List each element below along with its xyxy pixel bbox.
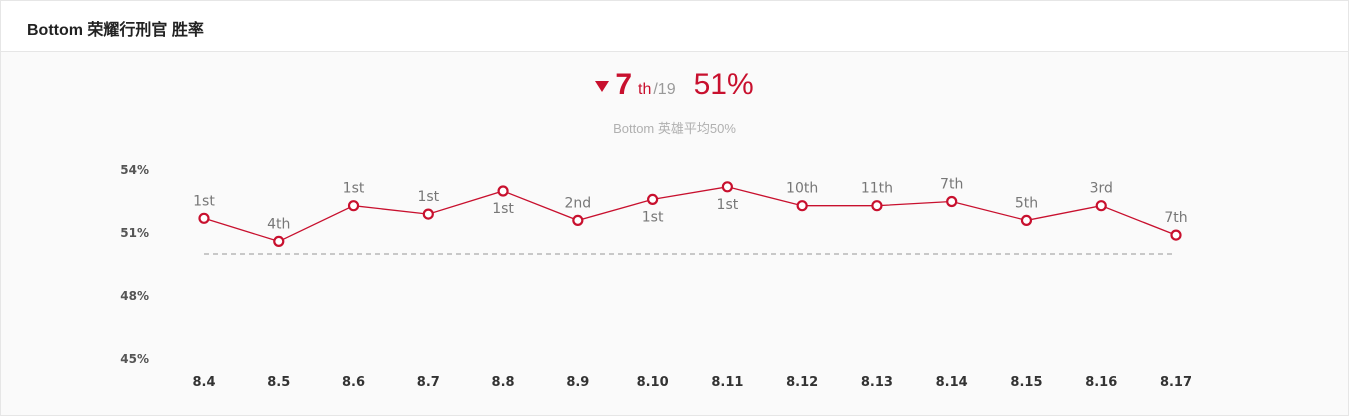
point-label: 1st	[343, 181, 365, 197]
x-tick-label: 8.12	[786, 375, 818, 390]
point-label: 7th	[1164, 210, 1187, 226]
data-point	[273, 235, 285, 247]
data-point	[1170, 229, 1182, 241]
y-tick-label: 54%	[120, 163, 149, 177]
point-label: 10th	[786, 181, 818, 197]
x-tick-label: 8.14	[936, 375, 968, 390]
data-point	[497, 185, 509, 197]
data-point	[796, 200, 808, 212]
point-label: 3rd	[1090, 181, 1113, 197]
point-label: 5th	[1015, 195, 1038, 211]
point-label: 1st	[492, 201, 514, 217]
point-label: 1st	[717, 197, 739, 213]
y-tick-label: 51%	[120, 226, 149, 240]
x-tick-label: 8.17	[1160, 375, 1192, 390]
point-label: 4th	[267, 216, 290, 232]
x-tick-label: 8.6	[342, 375, 365, 390]
point-label: 11th	[861, 181, 893, 197]
x-tick-label: 8.4	[192, 375, 215, 390]
x-axis-ticks: 8.4 8.5 8.6 8.7 8.8 8.9 8.10 8.11 8.12 8.13 8.14 8.…	[192, 375, 1192, 390]
y-tick-label: 48%	[120, 289, 149, 303]
x-tick-label: 8.15	[1010, 375, 1042, 390]
data-point	[647, 193, 659, 205]
x-tick-label: 8.9	[566, 375, 589, 390]
data-point	[946, 195, 958, 208]
x-tick-label: 8.13	[861, 375, 893, 390]
point-label: 1st	[193, 193, 215, 209]
x-tick-label: 8.7	[417, 375, 440, 390]
x-tick-label: 8.11	[711, 375, 743, 390]
point-label: 2nd	[565, 195, 592, 211]
data-point	[1095, 200, 1107, 212]
data-point	[347, 200, 360, 212]
data-point	[198, 212, 210, 224]
x-tick-label: 8.10	[637, 375, 669, 390]
x-tick-label: 8.16	[1085, 375, 1117, 390]
point-label: 1st	[417, 189, 439, 205]
data-point	[422, 208, 434, 220]
win-rate-line-chart: 54%51%48%45% 8.4 8.5 8.6 8.7 8.8 8.9 8.10 8.11 8…	[120, 163, 1192, 390]
x-tick-label: 8.8	[492, 375, 515, 390]
y-axis-ticks: 54% 51% 48% 45%	[120, 163, 149, 366]
point-labels: 1st 4th 1st 1st 1st 2nd 1st 1st 10th 11th 7th 5th 3r…	[193, 177, 1187, 233]
x-tick-label: 8.5	[267, 375, 290, 390]
data-point	[572, 214, 584, 226]
data-point	[1020, 214, 1033, 226]
point-label: 7th	[940, 177, 963, 193]
data-point	[871, 200, 883, 212]
point-label: 1st	[642, 209, 664, 225]
y-tick-label: 45%	[120, 352, 149, 366]
data-point	[721, 181, 733, 193]
